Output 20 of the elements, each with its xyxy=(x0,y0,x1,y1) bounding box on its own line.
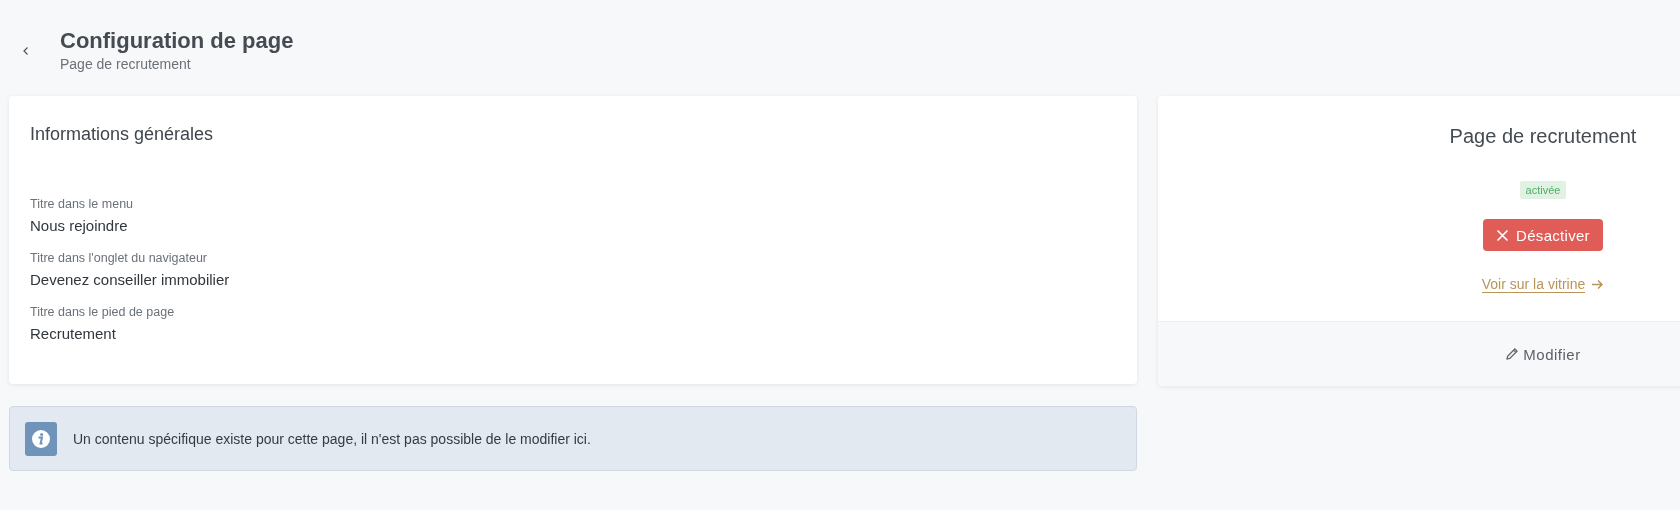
edit-button[interactable]: Modifier xyxy=(1499,344,1587,364)
arrow-right-icon xyxy=(1591,279,1605,290)
field-value: Recrutement xyxy=(30,324,117,344)
field-value: Nous rejoindre xyxy=(30,216,129,236)
pencil-icon xyxy=(1505,347,1520,361)
close-icon xyxy=(1496,228,1510,242)
chevron-left-icon xyxy=(22,46,30,56)
card-title: Page de recrutement xyxy=(1449,124,1637,149)
info-icon xyxy=(25,421,57,456)
field-label: Titre dans l'onglet du navigateur xyxy=(30,250,209,267)
section-title: Informations générales xyxy=(30,123,215,146)
field-label: Titre dans le menu xyxy=(30,196,135,213)
field-value: Devenez conseiller immobilier xyxy=(30,270,231,290)
storefront-link[interactable]: Voir sur la vitrine xyxy=(1481,276,1605,293)
field-label: Titre dans le pied de page xyxy=(30,304,176,321)
status-badge: activée xyxy=(1519,181,1567,199)
notice-text: Un contenu spécifique existe pour cette page, il n'est pas possible de le modifier ici. xyxy=(73,430,591,447)
page-title: Configuration de page xyxy=(60,27,294,55)
page-subtitle: Page de recrutement xyxy=(60,55,192,73)
deactivate-button[interactable]: Désactiver xyxy=(1483,219,1603,251)
